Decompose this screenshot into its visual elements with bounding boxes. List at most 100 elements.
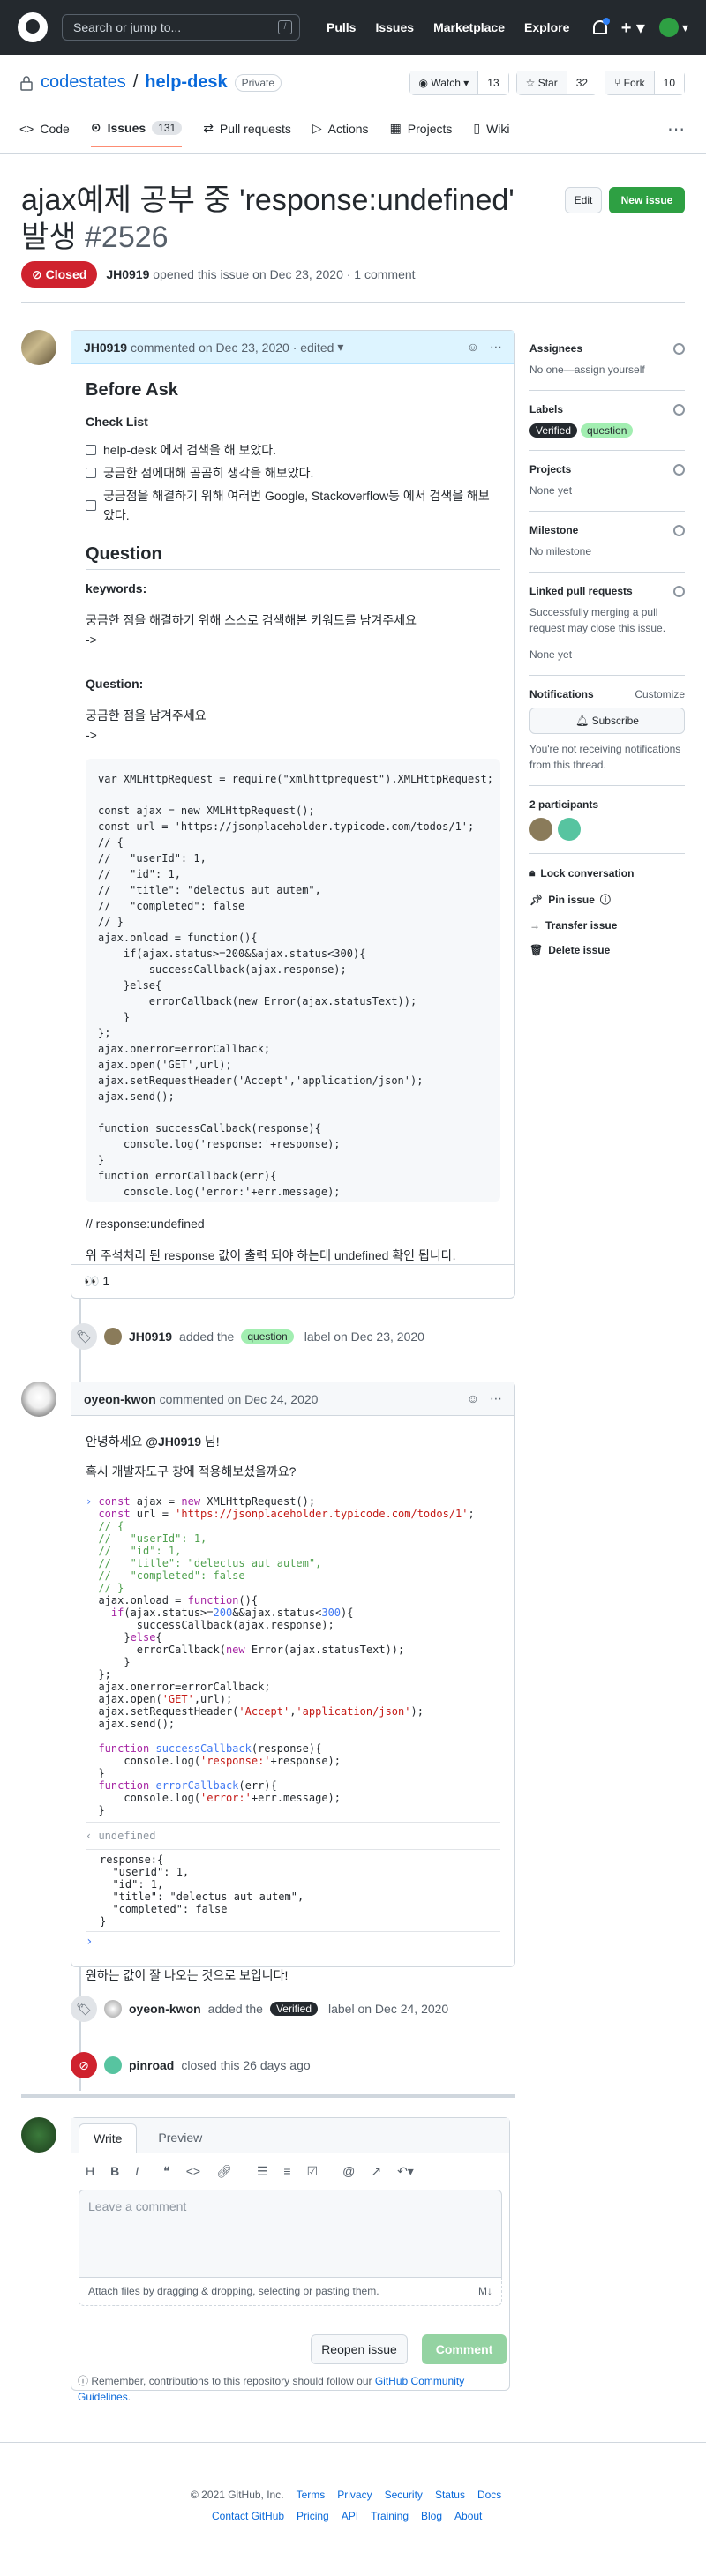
footer-link-blog[interactable]: Blog <box>421 2510 442 2522</box>
event-avatar[interactable] <box>104 1328 122 1345</box>
gear-icon[interactable] <box>673 524 685 536</box>
event-author-link[interactable]: JH0919 <box>129 1329 172 1344</box>
footer-link-privacy[interactable]: Privacy <box>337 2489 372 2501</box>
gear-icon[interactable] <box>673 585 685 597</box>
footer-link-status[interactable]: Status <box>435 2489 465 2501</box>
italic-icon[interactable]: I <box>135 2164 139 2179</box>
fork-count[interactable]: 10 <box>654 71 684 94</box>
tab-preview[interactable]: Preview <box>144 2123 216 2153</box>
participant-avatar[interactable] <box>530 818 552 841</box>
avatar[interactable] <box>21 1382 56 1417</box>
github-logo-icon[interactable] <box>18 12 48 42</box>
link-icon[interactable]: 🔗︎ <box>216 2164 232 2179</box>
chevron-down-icon[interactable]: ▾ <box>337 340 343 355</box>
tab-projects[interactable]: ▦ Projects <box>390 120 453 147</box>
event-author-link[interactable]: oyeon-kwon <box>129 2002 201 2016</box>
edit-title-button[interactable]: Edit <box>565 187 602 213</box>
reply-icon[interactable]: ↶▾ <box>397 2164 414 2179</box>
repo-owner-link[interactable]: codestates <box>41 72 126 93</box>
event-avatar[interactable] <box>104 2056 122 2074</box>
star-count[interactable]: 32 <box>567 71 597 94</box>
watch-label: Watch <box>431 77 461 89</box>
mention-icon[interactable]: @ <box>342 2164 355 2179</box>
smiley-icon[interactable]: ☺ <box>467 1391 479 1406</box>
comment-button[interactable]: Comment <box>422 2334 507 2364</box>
avatar[interactable] <box>21 2117 56 2153</box>
tab-actions[interactable]: ▷ Actions <box>312 120 369 147</box>
checkbox[interactable] <box>86 468 96 478</box>
heading-icon[interactable]: H <box>86 2164 94 2179</box>
event-author-link[interactable]: pinroad <box>129 2058 174 2072</box>
quote-icon[interactable]: ❝ <box>163 2164 170 2179</box>
bold-icon[interactable]: B <box>110 2164 119 2179</box>
code-icon[interactable]: <> <box>186 2164 200 2179</box>
participant-avatar[interactable] <box>558 818 581 841</box>
arrow-text: -> <box>86 633 97 647</box>
kebab-menu-icon[interactable]: ⋯ <box>490 1391 502 1406</box>
pin-issue-link[interactable]: 📌︎ Pin issue ⓘ <box>530 892 685 907</box>
tab-pull-requests[interactable]: ⇄ Pull requests <box>203 120 291 147</box>
more-tabs-icon[interactable]: ⋯ <box>667 118 685 140</box>
label-question[interactable]: question <box>581 423 634 438</box>
delete-issue-link[interactable]: 🗑︎ Delete issue <box>530 944 685 956</box>
bullet-list-icon[interactable]: ☰ <box>257 2164 268 2179</box>
label-verified[interactable]: Verified <box>530 423 578 438</box>
search-input[interactable]: Search or jump to... / <box>62 14 300 41</box>
task-list-icon[interactable]: ☑ <box>307 2164 319 2179</box>
footer-link-about[interactable]: About <box>454 2510 482 2522</box>
footer-link-docs[interactable]: Docs <box>477 2489 501 2501</box>
tab-wiki[interactable]: ▯ Wiki <box>473 120 509 147</box>
reopen-issue-button[interactable]: Reopen issue <box>311 2334 408 2364</box>
kebab-menu-icon[interactable]: ⋯ <box>490 340 502 355</box>
lock-conversation-link[interactable]: 🔒︎ Lock conversation <box>530 866 685 880</box>
footer-link-terms[interactable]: Terms <box>297 2489 326 2501</box>
footer-link-contact[interactable]: Contact GitHub <box>212 2510 284 2522</box>
gear-icon[interactable] <box>673 463 685 476</box>
comment-textarea[interactable]: Leave a comment <box>79 2190 502 2278</box>
footer-link-api[interactable]: API <box>342 2510 358 2522</box>
footer-link-pricing[interactable]: Pricing <box>297 2510 329 2522</box>
notifications-bell-icon[interactable] <box>592 18 610 34</box>
tab-write[interactable]: Write <box>79 2123 138 2153</box>
issue-author-link[interactable]: JH0919 <box>106 267 149 281</box>
checkbox[interactable] <box>86 500 96 511</box>
numbered-list-icon[interactable]: ≡ <box>283 2164 290 2179</box>
greeting-tail: 님! <box>204 1434 220 1449</box>
create-new-plus-icon[interactable]: + ▾ <box>621 17 645 39</box>
gear-icon[interactable] <box>673 403 685 416</box>
mention-link[interactable]: @JH0919 <box>146 1434 201 1449</box>
label-verified[interactable]: Verified <box>269 2002 318 2016</box>
star-button[interactable]: ☆ Star 32 <box>515 71 598 95</box>
avatar[interactable] <box>21 330 56 365</box>
comment-author-link[interactable]: oyeon-kwon <box>84 1392 156 1406</box>
tab-code[interactable]: <> Code <box>19 120 70 147</box>
footer-link-training[interactable]: Training <box>371 2510 409 2522</box>
smiley-icon[interactable]: ☺ <box>467 340 479 355</box>
label-question[interactable]: question <box>241 1329 294 1344</box>
transfer-issue-link[interactable]: → Transfer issue <box>530 919 685 932</box>
nav-explore[interactable]: Explore <box>524 20 569 34</box>
nav-issues[interactable]: Issues <box>375 20 414 34</box>
attach-files-area[interactable]: Attach files by dragging & dropping, sel… <box>79 2278 502 2306</box>
tab-issues[interactable]: ⊙ Issues 131 <box>90 120 183 147</box>
watch-button[interactable]: ◉ Watch ▾ 13 <box>409 71 509 95</box>
footer-link-security[interactable]: Security <box>385 2489 423 2501</box>
assign-yourself-link[interactable]: No one—assign yourself <box>530 362 685 378</box>
gear-icon[interactable] <box>673 342 685 355</box>
reaction-button[interactable]: 👀 1 <box>84 1274 109 1289</box>
new-issue-button[interactable]: New issue <box>609 187 685 213</box>
subscribe-button[interactable]: 🔔︎ Subscribe <box>530 708 685 734</box>
checkbox[interactable] <box>86 445 96 455</box>
watch-count[interactable]: 13 <box>478 71 508 94</box>
console-prompt[interactable]: › <box>86 1931 500 1951</box>
comment-author-link[interactable]: JH0919 <box>84 341 127 355</box>
user-menu[interactable]: ▾ <box>658 18 688 37</box>
customize-link[interactable]: Customize <box>635 688 685 700</box>
fork-button[interactable]: ⑂ Fork 10 <box>605 71 685 95</box>
event-avatar[interactable] <box>104 2000 122 2018</box>
heading-check-list: Check List <box>86 415 148 429</box>
nav-marketplace[interactable]: Marketplace <box>433 20 505 34</box>
repo-name-link[interactable]: help-desk <box>145 72 227 93</box>
cross-reference-icon[interactable]: ↗ <box>371 2164 381 2179</box>
nav-pulls[interactable]: Pulls <box>327 20 356 34</box>
